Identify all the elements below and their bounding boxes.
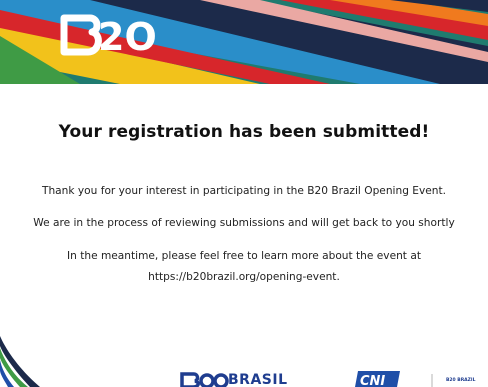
cni-wordmark: CNI bbox=[360, 374, 386, 387]
svg-text:2O: 2O bbox=[98, 15, 157, 59]
meantime-text: In the meantime, please feel free to lea… bbox=[67, 250, 421, 262]
footer: BRASIL CNI B20 BRAZIL bbox=[0, 330, 488, 387]
brasil-wordmark: BRASIL bbox=[228, 372, 288, 387]
reviewing-text: We are in the process of reviewing submi… bbox=[33, 217, 455, 229]
thank-you-text: Thank you for your interest in participa… bbox=[41, 185, 447, 197]
banner-graphic: 2O bbox=[0, 0, 488, 84]
confirmation-heading: Your registration has been submitted! bbox=[58, 122, 430, 142]
event-link[interactable]: https://b20brazil.org/opening-event. bbox=[0, 271, 488, 283]
b20-brazil-small-logo: B20 BRAZIL bbox=[446, 378, 476, 383]
header-banner: 2O bbox=[0, 0, 488, 84]
b20-brasil-logo bbox=[180, 372, 229, 387]
